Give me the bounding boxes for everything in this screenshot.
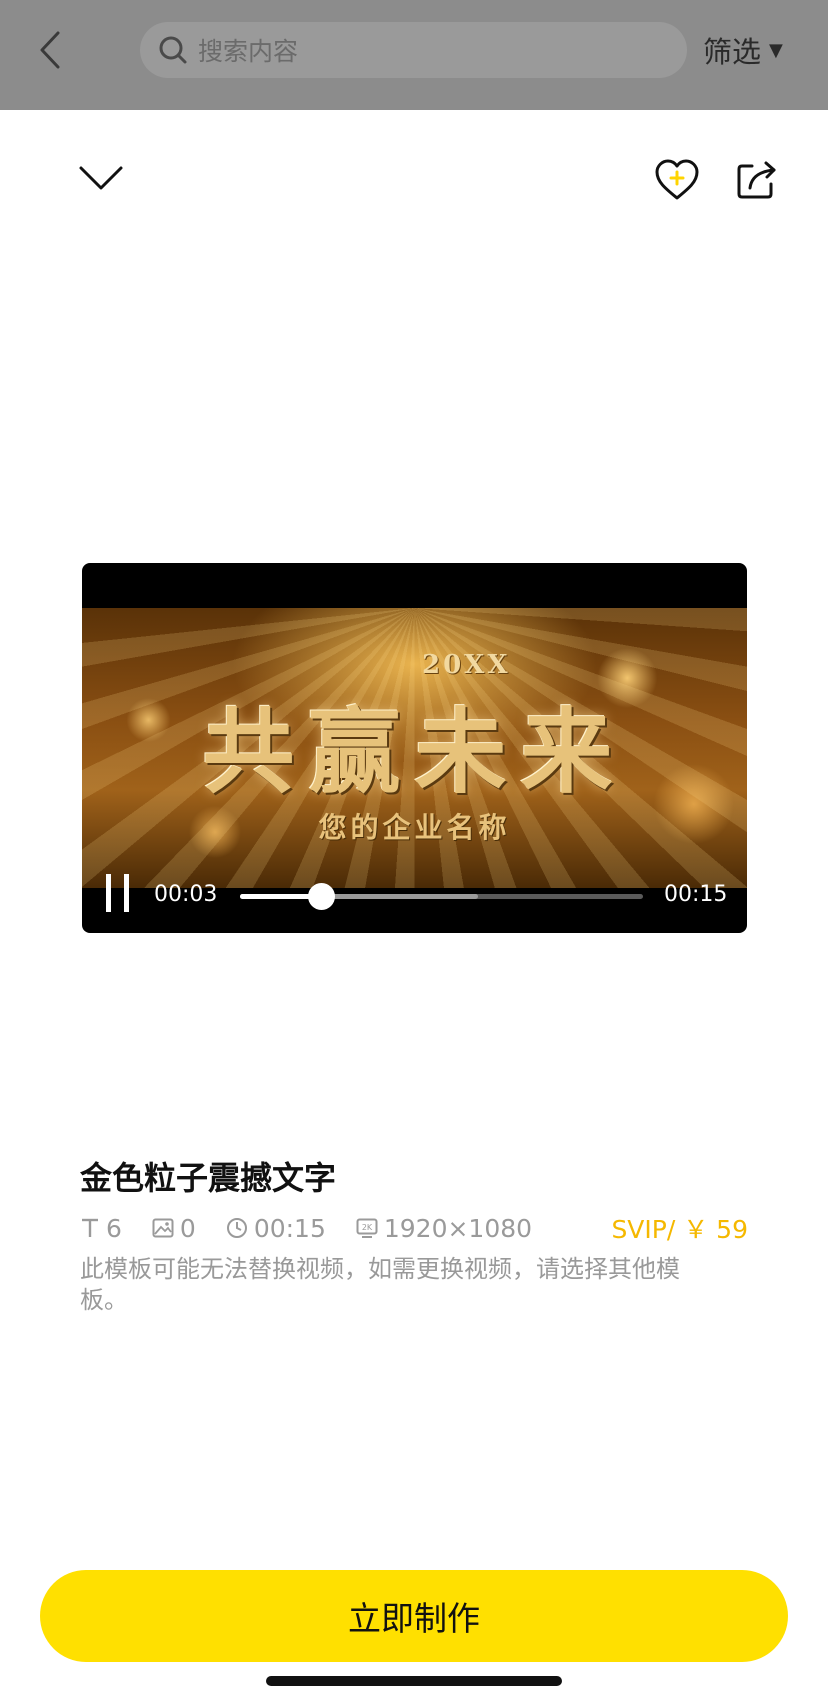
back-arrow-icon bbox=[40, 31, 60, 69]
duration-info: 00:15 bbox=[226, 1214, 326, 1243]
video-player[interactable]: 20XX 共赢未来 您的企业名称 00:03 00:15 bbox=[82, 563, 747, 933]
template-meta: 6 0 00:15 2K 1920×1080 bbox=[80, 1213, 562, 1243]
image-icon bbox=[152, 1218, 174, 1238]
favorite-heart-plus-icon bbox=[655, 159, 699, 200]
duration-value: 00:15 bbox=[253, 1213, 326, 1243]
text-icon bbox=[80, 1217, 100, 1239]
progress-slider[interactable] bbox=[240, 883, 643, 910]
search-header: 搜索内容 筛选 ▼ bbox=[0, 0, 828, 110]
template-title: 金色粒子震撼文字 bbox=[80, 1159, 337, 1197]
home-indicator bbox=[266, 1676, 562, 1686]
filter-label: 筛选 bbox=[703, 35, 762, 69]
share-button[interactable] bbox=[736, 160, 778, 200]
video-overlay-subtitle: 您的企业名称 bbox=[318, 811, 511, 844]
pause-button[interactable] bbox=[104, 874, 134, 914]
search-icon bbox=[159, 36, 187, 64]
template-notice: 此模板可能无法替换视频，如需更换视频，请选择其他模板。 bbox=[80, 1255, 680, 1314]
pause-icon bbox=[124, 874, 129, 912]
pause-icon bbox=[106, 874, 111, 912]
make-now-button[interactable]: 立即制作 bbox=[40, 1570, 788, 1662]
resolution-value: 1920×1080 bbox=[383, 1213, 533, 1243]
dropdown-triangle-icon: ▼ bbox=[769, 39, 783, 61]
video-frame: 20XX 共赢未来 您的企业名称 bbox=[82, 608, 747, 888]
resolution-info: 2K 1920×1080 bbox=[356, 1214, 532, 1243]
favorite-button[interactable] bbox=[654, 158, 700, 202]
clock-icon bbox=[226, 1217, 248, 1239]
video-overlay-title: 共赢未来 bbox=[202, 698, 627, 806]
total-duration: 00:15 bbox=[664, 882, 728, 907]
collapse-chevron-icon bbox=[79, 166, 123, 190]
resolution-icon: 2K bbox=[356, 1218, 378, 1238]
svg-text:2K: 2K bbox=[362, 1223, 373, 1232]
text-count-value: 6 bbox=[106, 1213, 122, 1243]
text-count: 6 bbox=[80, 1214, 122, 1243]
back-button[interactable] bbox=[30, 28, 70, 72]
video-overlay-year: 20XX bbox=[422, 650, 511, 680]
search-placeholder: 搜索内容 bbox=[198, 37, 299, 66]
template-preview-sheet: 20XX 共赢未来 您的企业名称 00:03 00:15 bbox=[0, 110, 828, 1702]
current-time: 00:03 bbox=[154, 882, 218, 907]
progress-handle[interactable] bbox=[307, 883, 335, 910]
share-icon bbox=[737, 161, 776, 199]
image-count: 0 bbox=[152, 1214, 196, 1243]
price-label: SVIP/ ￥ 59 bbox=[611, 1215, 748, 1244]
collapse-button[interactable] bbox=[78, 160, 124, 196]
search-input[interactable]: 搜索内容 bbox=[140, 22, 687, 78]
video-controls: 00:03 00:15 bbox=[82, 874, 747, 933]
filter-button[interactable]: 筛选 ▼ bbox=[703, 28, 783, 72]
image-count-value: 0 bbox=[179, 1213, 196, 1243]
